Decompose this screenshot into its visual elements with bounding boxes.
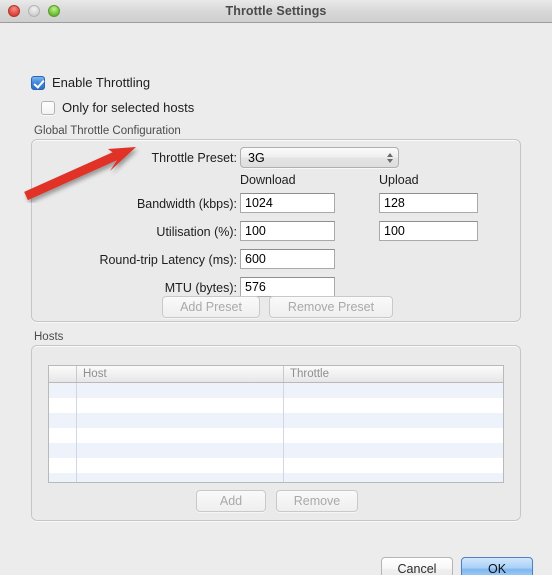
download-column-header: Download <box>240 173 296 187</box>
zoom-button[interactable] <box>48 5 60 17</box>
throttle-preset-label: Throttle Preset: <box>151 151 237 165</box>
table-row[interactable] <box>49 473 503 482</box>
utilisation-label: Utilisation (%): <box>156 225 237 239</box>
utilisation-upload-input[interactable] <box>379 221 478 241</box>
window-titlebar: Throttle Settings <box>0 0 552 23</box>
table-row[interactable] <box>49 383 503 398</box>
latency-download-input[interactable] <box>240 249 335 269</box>
ok-button[interactable]: OK <box>461 557 533 575</box>
close-button[interactable] <box>8 5 20 17</box>
hosts-group-label: Hosts <box>34 331 64 343</box>
hosts-table[interactable]: Host Throttle <box>48 365 504 483</box>
upload-column-header: Upload <box>379 173 419 187</box>
hosts-table-column-host[interactable]: Host <box>77 366 284 382</box>
only-selected-hosts-label: Only for selected hosts <box>62 100 195 115</box>
bandwidth-download-input[interactable] <box>240 193 335 213</box>
remove-host-button[interactable]: Remove <box>276 490 358 512</box>
global-config-group-label: Global Throttle Configuration <box>34 125 181 137</box>
latency-label: Round-trip Latency (ms): <box>99 253 237 267</box>
hosts-table-column-throttle[interactable]: Throttle <box>284 366 503 382</box>
bandwidth-label: Bandwidth (kbps): <box>136 197 237 211</box>
table-row[interactable] <box>49 428 503 443</box>
throttle-preset-value: 3G <box>248 150 265 165</box>
window-title: Throttle Settings <box>225 4 327 18</box>
dialog-content: Enable Throttling Only for selected host… <box>0 23 552 575</box>
enable-throttling-row[interactable]: Enable Throttling <box>31 75 150 90</box>
throttle-preset-dropdown[interactable]: 3G <box>240 147 399 168</box>
add-preset-button[interactable]: Add Preset <box>162 296 260 318</box>
table-row[interactable] <box>49 413 503 428</box>
only-selected-hosts-checkbox[interactable] <box>41 100 55 115</box>
table-row[interactable] <box>49 458 503 473</box>
minimize-button[interactable] <box>28 5 40 17</box>
chevron-updown-icon[interactable] <box>382 148 398 167</box>
hosts-table-body <box>49 383 503 482</box>
throttle-settings-window: Throttle Settings Enable Throttling Only… <box>0 0 552 575</box>
table-row[interactable] <box>49 398 503 413</box>
hosts-table-column-select[interactable] <box>49 366 77 382</box>
table-row[interactable] <box>49 443 503 458</box>
mtu-input[interactable] <box>240 277 335 297</box>
window-controls <box>8 5 60 17</box>
mtu-label: MTU (bytes): <box>164 281 237 295</box>
cancel-button[interactable]: Cancel <box>381 557 453 575</box>
enable-throttling-label: Enable Throttling <box>52 75 151 90</box>
bandwidth-upload-input[interactable] <box>379 193 478 213</box>
only-selected-hosts-row[interactable]: Only for selected hosts <box>41 100 194 115</box>
enable-throttling-checkbox[interactable] <box>31 75 45 90</box>
remove-preset-button[interactable]: Remove Preset <box>269 296 393 318</box>
add-host-button[interactable]: Add <box>196 490 266 512</box>
utilisation-download-input[interactable] <box>240 221 335 241</box>
hosts-table-header: Host Throttle <box>49 366 503 383</box>
